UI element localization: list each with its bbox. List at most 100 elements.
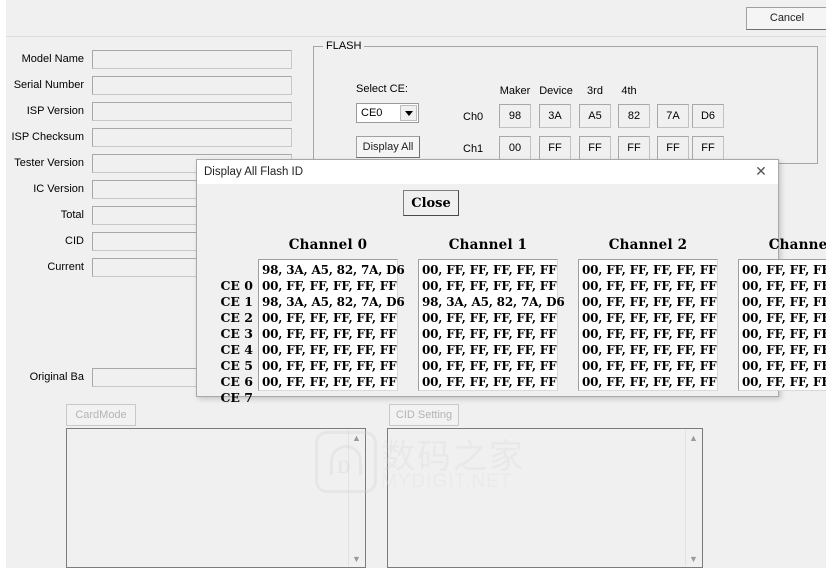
row-label-ch0: Ch0: [463, 111, 484, 123]
label-tester-version: Tester Version: [14, 157, 84, 169]
display-all-button[interactable]: Display All: [356, 136, 420, 158]
flash-id-row: 00, FF, FF, FF, FF, FF: [742, 263, 826, 277]
flash-id-row: 00, FF, FF, FF, FF, FF: [742, 343, 826, 357]
form-row-isp-version: ISP Version: [0, 100, 292, 122]
flash-id-row: 00, FF, FF, FF, FF, FF: [582, 375, 717, 389]
select-ce-dropdown[interactable]: CE0: [356, 103, 419, 123]
flash-id-row: 00, FF, FF, FF, FF, FF: [742, 375, 826, 389]
label-original-ba: Original Ba: [29, 371, 84, 383]
cid-setting-button[interactable]: CID Setting: [389, 404, 459, 426]
flash-id-row: 00, FF, FF, FF, FF, FF: [422, 327, 557, 341]
flash-ch0-5th[interactable]: 7A: [657, 104, 689, 128]
ce-label: CE 3: [220, 326, 253, 341]
form-row-model-name: Model Name: [0, 48, 292, 70]
input-serial-number[interactable]: [92, 75, 292, 95]
close-button-label: Close: [411, 195, 451, 211]
ce-label: CE 2: [220, 310, 253, 325]
flash-id-row: 98, 3A, A5, 82, 7A, D6: [422, 295, 565, 309]
flash-id-row: 00, FF, FF, FF, FF, FF: [262, 311, 397, 325]
right-log-scrollbar[interactable]: ▲ ▼: [685, 430, 701, 566]
input-isp-checksum[interactable]: [92, 127, 292, 147]
channel-data-box[interactable]: 00, FF, FF, FF, FF, FF 00, FF, FF, FF, F…: [418, 259, 565, 391]
flash-id-row: 00, FF, FF, FF, FF, FF: [262, 327, 397, 341]
label-total: Total: [60, 209, 84, 221]
flash-groupbox-title: FLASH: [323, 40, 365, 52]
input-isp-version[interactable]: [92, 101, 292, 121]
label-ic-version: IC Version: [33, 183, 84, 195]
channel-title: Channel 2: [608, 237, 688, 253]
flash-id-row: 00, FF, FF, FF, FF, FF: [422, 359, 557, 373]
flash-ch1-4th[interactable]: FF: [618, 136, 650, 160]
scroll-down-icon[interactable]: ▼: [686, 551, 701, 566]
flash-id-row: 98, 3A, A5, 82, 7A, D6: [262, 263, 405, 277]
flash-id-row: 00, FF, FF, FF, FF, FF: [262, 375, 397, 389]
chevron-down-icon[interactable]: [400, 105, 417, 121]
close-icon[interactable]: ✕: [744, 160, 778, 184]
scroll-up-icon[interactable]: ▲: [686, 430, 701, 445]
flash-id-row: 00, FF, FF, FF, FF, FF: [422, 263, 557, 277]
right-log-textarea[interactable]: ▲ ▼: [387, 428, 703, 568]
channel-data-box[interactable]: 98, 3A, A5, 82, 7A, D6 00, FF, FF, FF, F…: [258, 259, 405, 391]
channel-data-box[interactable]: 00, FF, FF, FF, FF, FF 00, FF, FF, FF, F…: [578, 259, 718, 391]
form-row-serial-number: Serial Number: [0, 74, 292, 96]
flash-id-row: 00, FF, FF, FF, FF, FF: [262, 279, 397, 293]
flash-ch1-3rd[interactable]: FF: [579, 136, 611, 160]
dialog-titlebar: Display All Flash ID ✕: [197, 160, 778, 184]
flash-id-row: 00, FF, FF, FF, FF, FF: [742, 311, 826, 325]
label-isp-checksum: ISP Checksum: [11, 131, 84, 143]
scroll-down-icon[interactable]: ▼: [349, 551, 364, 566]
dialog-content: Close CE 0 CE 1 CE 2 CE 3 CE 4 CE 5 CE 6…: [197, 184, 826, 405]
flash-id-row: 00, FF, FF, FF, FF, FF: [582, 295, 717, 309]
header-3rd: 3rd: [587, 85, 603, 97]
flash-id-row: 00, FF, FF, FF, FF, FF: [582, 343, 717, 357]
flash-id-row: 00, FF, FF, FF, FF, FF: [262, 359, 397, 373]
header-device: Device: [539, 85, 573, 97]
cancel-button-label: Cancel: [769, 12, 805, 24]
ce-label: CE 6: [220, 374, 253, 389]
flash-ch0-4th[interactable]: 82: [618, 104, 650, 128]
flash-ch1-maker[interactable]: 00: [499, 136, 531, 160]
flash-ch0-6th[interactable]: D6: [692, 104, 724, 128]
ce-label: CE 4: [220, 342, 253, 357]
flash-ch1-device[interactable]: FF: [539, 136, 571, 160]
flash-id-row: 00, FF, FF, FF, FF, FF: [742, 359, 826, 373]
flash-ch1-5th[interactable]: FF: [657, 136, 689, 160]
label-isp-version: ISP Version: [26, 105, 84, 117]
channel-block-0: Channel 0 98, 3A, A5, 82, 7A, D6 00, FF,…: [258, 237, 405, 391]
input-model-name[interactable]: [92, 49, 292, 69]
display-all-flash-id-dialog: Display All Flash ID ✕ Close CE 0 CE 1 C…: [196, 159, 826, 405]
cardmode-button[interactable]: CardMode: [66, 404, 136, 426]
flash-id-row: 00, FF, FF, FF, FF, FF: [422, 375, 557, 389]
channel-title: Channel 3: [768, 237, 826, 253]
channel-data-box[interactable]: 00, FF, FF, FF, FF, FF 00, FF, FF, FF, F…: [738, 259, 826, 391]
cancel-button[interactable]: Cancel: [746, 7, 826, 30]
form-row-isp-checksum: ISP Checksum: [0, 126, 292, 148]
flash-id-row: 00, FF, FF, FF, FF, FF: [742, 327, 826, 341]
channel-block-2: Channel 2 00, FF, FF, FF, FF, FF 00, FF,…: [578, 237, 718, 391]
cardmode-button-label: CardMode: [75, 408, 127, 421]
ce-label-column: CE 0 CE 1 CE 2 CE 3 CE 4 CE 5 CE 6 CE 7: [209, 278, 253, 406]
scroll-up-icon[interactable]: ▲: [349, 430, 364, 445]
flash-id-row: 00, FF, FF, FF, FF, FF: [582, 327, 717, 341]
channel-title: Channel 0: [288, 237, 368, 253]
left-log-textarea[interactable]: ▲ ▼: [66, 428, 366, 568]
header-maker: Maker: [499, 85, 531, 97]
flash-id-row: 00, FF, FF, FF, FF, FF: [742, 279, 826, 293]
close-button[interactable]: Close: [403, 190, 459, 216]
flash-ch0-3rd[interactable]: A5: [579, 104, 611, 128]
cid-setting-button-label: CID Setting: [395, 408, 453, 421]
flash-ch0-maker[interactable]: 98: [499, 104, 531, 128]
label-cid: CID: [65, 235, 84, 247]
left-log-scrollbar[interactable]: ▲ ▼: [348, 430, 364, 566]
select-ce-value: CE0: [361, 107, 383, 119]
flash-id-row: 00, FF, FF, FF, FF, FF: [582, 279, 717, 293]
flash-ch1-6th[interactable]: FF: [692, 136, 724, 160]
channel-block-3: Channel 3 00, FF, FF, FF, FF, FF 00, FF,…: [738, 237, 826, 391]
flash-id-row: 00, FF, FF, FF, FF, FF: [262, 343, 397, 357]
ce-label: CE 0: [220, 278, 253, 293]
flash-id-row: 00, FF, FF, FF, FF, FF: [582, 359, 717, 373]
flash-ch0-device[interactable]: 3A: [539, 104, 571, 128]
channel-title: Channel 1: [448, 237, 528, 253]
application-window: Cancel Model Name Serial Number ISP Vers…: [0, 0, 826, 568]
display-all-button-label: Display All: [362, 140, 414, 153]
